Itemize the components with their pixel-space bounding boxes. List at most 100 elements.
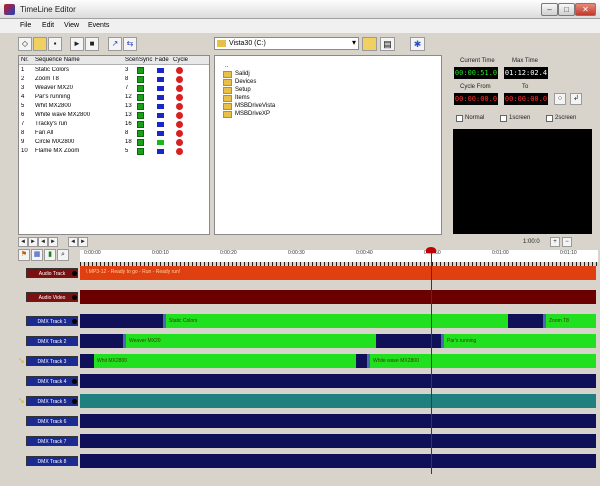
cycle-stop-icon[interactable] bbox=[176, 67, 183, 74]
minimize-button[interactable]: – bbox=[541, 3, 558, 16]
sequence-table[interactable]: Nr. Sequence Name Scene Sync Fade Cycle … bbox=[18, 55, 210, 235]
track-record-icon[interactable] bbox=[72, 271, 77, 276]
drive-select[interactable]: Vista30 (C:) ▾ bbox=[214, 37, 359, 50]
cycle-to-display[interactable]: 00:00:00.0 bbox=[504, 93, 548, 105]
cycle-stop-icon[interactable] bbox=[176, 85, 183, 92]
timeline-ruler[interactable]: 0:00:00 0:00:10 0:00:20 0:00:30 0:00:40 0:00:… bbox=[80, 250, 598, 262]
sync-checkbox[interactable] bbox=[137, 148, 144, 155]
menu-events[interactable]: Events bbox=[88, 22, 109, 29]
close-button[interactable]: ✕ bbox=[575, 3, 596, 16]
sync-checkbox[interactable] bbox=[137, 67, 144, 74]
table-row[interactable]: 6 White wave MX2800 13 bbox=[19, 111, 209, 120]
track-record-icon[interactable] bbox=[72, 319, 77, 324]
sync-checkbox[interactable] bbox=[137, 139, 144, 146]
record-icon[interactable]: ↗ bbox=[108, 37, 122, 51]
timeline-tool-3-icon[interactable]: ◄ bbox=[38, 237, 48, 247]
timeline-tool-4-icon[interactable]: ► bbox=[48, 237, 58, 247]
sync-checkbox[interactable] bbox=[137, 76, 144, 83]
play-icon[interactable]: ► bbox=[70, 37, 84, 51]
zoom-out-icon[interactable]: − bbox=[562, 237, 572, 247]
cycle-icon[interactable]: ○ bbox=[554, 93, 566, 105]
header-scene[interactable]: Scene bbox=[125, 57, 139, 64]
table-row[interactable]: 9 Circle MX2800 18 bbox=[19, 138, 209, 147]
fade-indicator[interactable] bbox=[157, 77, 164, 82]
header-sync[interactable]: Sync bbox=[139, 57, 153, 64]
clip-marker[interactable] bbox=[367, 354, 370, 368]
track-lane[interactable]: \ MP3-12 - Ready to go - Run - Ready run… bbox=[80, 266, 596, 280]
fade-indicator[interactable] bbox=[157, 86, 164, 91]
new-icon[interactable]: ◇ bbox=[18, 37, 32, 51]
table-row[interactable]: 7 Tracky's run 16 bbox=[19, 120, 209, 129]
timeline-clip[interactable]: Weaver MX20 bbox=[126, 334, 376, 348]
open-folder-icon[interactable] bbox=[33, 37, 47, 51]
timeline-tool-1-icon[interactable]: ◄ bbox=[18, 237, 28, 247]
track-label[interactable]: DMX Track 1 bbox=[26, 316, 78, 326]
save-icon[interactable]: ▪ bbox=[48, 37, 62, 51]
clip-marker[interactable] bbox=[441, 334, 444, 348]
track-label[interactable]: Audio Video bbox=[26, 292, 78, 302]
fade-indicator[interactable] bbox=[157, 122, 164, 127]
marker-icon[interactable]: ⚑ bbox=[18, 249, 30, 261]
timeline-clip[interactable]: Par's running bbox=[444, 334, 596, 348]
timeline-clip[interactable]: Whit MX2800 bbox=[94, 354, 356, 368]
sync-checkbox[interactable] bbox=[137, 112, 144, 119]
header-fade[interactable]: Fade bbox=[155, 57, 169, 64]
track-record-icon[interactable] bbox=[72, 399, 77, 404]
track-label[interactable]: DMX Track 6 bbox=[26, 416, 78, 426]
track-label[interactable]: DMX Track 7 bbox=[26, 436, 78, 446]
cycle-stop-icon[interactable] bbox=[176, 76, 183, 83]
table-row[interactable]: 1 Static Colors 3 bbox=[19, 66, 209, 75]
cycle-stop-icon[interactable] bbox=[176, 103, 183, 110]
folder-list[interactable]: .. Salidj Devices Setup Items MSBDriveVista MS… bbox=[214, 55, 442, 235]
fade-indicator[interactable] bbox=[157, 149, 164, 154]
1screen-checkbox[interactable] bbox=[500, 115, 507, 122]
view-icon[interactable]: ▤ bbox=[380, 37, 395, 51]
track-record-icon[interactable] bbox=[72, 295, 77, 300]
track-label[interactable]: DMX Track 3 bbox=[26, 356, 78, 366]
cycle-from-display[interactable]: 00:00:00.0 bbox=[454, 93, 498, 105]
track-record-icon[interactable] bbox=[72, 379, 77, 384]
playhead[interactable] bbox=[431, 249, 432, 474]
track-lane[interactable] bbox=[80, 434, 596, 448]
sync-checkbox[interactable] bbox=[137, 121, 144, 128]
timeline-clip[interactable]: Zoom T8 bbox=[546, 314, 596, 328]
sync-checkbox[interactable] bbox=[137, 103, 144, 110]
timeline-tool-5-icon[interactable]: ◄ bbox=[68, 237, 78, 247]
sync-checkbox[interactable] bbox=[137, 94, 144, 101]
cycle-stop-icon[interactable] bbox=[176, 112, 183, 119]
normal-checkbox[interactable] bbox=[456, 115, 463, 122]
track-label[interactable]: DMX Track 2 bbox=[26, 336, 78, 346]
fade-indicator[interactable] bbox=[157, 104, 164, 109]
cycle-stop-icon[interactable] bbox=[176, 148, 183, 155]
folder-up-icon[interactable] bbox=[362, 37, 377, 51]
table-row[interactable]: 8 Fan All 8 bbox=[19, 129, 209, 138]
table-row[interactable]: 5 Whit MX2800 13 bbox=[19, 102, 209, 111]
timeline-clip[interactable]: Static Colors bbox=[166, 314, 508, 328]
menu-view[interactable]: View bbox=[64, 22, 79, 29]
track-lane[interactable] bbox=[80, 290, 596, 304]
track-lane[interactable] bbox=[80, 374, 596, 388]
table-row[interactable]: 3 Weaver MX20 7 bbox=[19, 84, 209, 93]
max-time-display[interactable]: 01:12:02.4 bbox=[504, 67, 548, 79]
header-nr[interactable]: Nr. bbox=[21, 57, 33, 64]
track-lane[interactable] bbox=[80, 414, 596, 428]
stop-icon[interactable]: ■ bbox=[85, 37, 99, 51]
sync-checkbox[interactable] bbox=[137, 130, 144, 137]
table-row[interactable]: 10 Flame MX Zoom 5 bbox=[19, 147, 209, 156]
track-label[interactable]: DMX Track 4 bbox=[26, 376, 78, 386]
timeline-clip[interactable]: White wave MX2800 bbox=[370, 354, 596, 368]
reset-icon[interactable]: ↲ bbox=[570, 93, 582, 105]
timeline-tool-6-icon[interactable]: ► bbox=[78, 237, 88, 247]
chart-icon[interactable]: ▮ bbox=[44, 249, 56, 261]
track-label[interactable]: Audio Track bbox=[26, 268, 78, 278]
chevron-down-icon[interactable]: ▾ bbox=[352, 38, 356, 47]
clip-marker[interactable] bbox=[543, 314, 546, 328]
fade-indicator[interactable] bbox=[157, 95, 164, 100]
fade-indicator[interactable] bbox=[157, 131, 164, 136]
fade-indicator[interactable] bbox=[157, 68, 164, 73]
maximize-button[interactable]: □ bbox=[558, 3, 575, 16]
grid-icon[interactable]: ▦ bbox=[31, 249, 43, 261]
track-lane[interactable] bbox=[80, 454, 596, 468]
table-row[interactable]: 2 Zoom T8 8 bbox=[19, 75, 209, 84]
menu-edit[interactable]: Edit bbox=[42, 22, 54, 29]
